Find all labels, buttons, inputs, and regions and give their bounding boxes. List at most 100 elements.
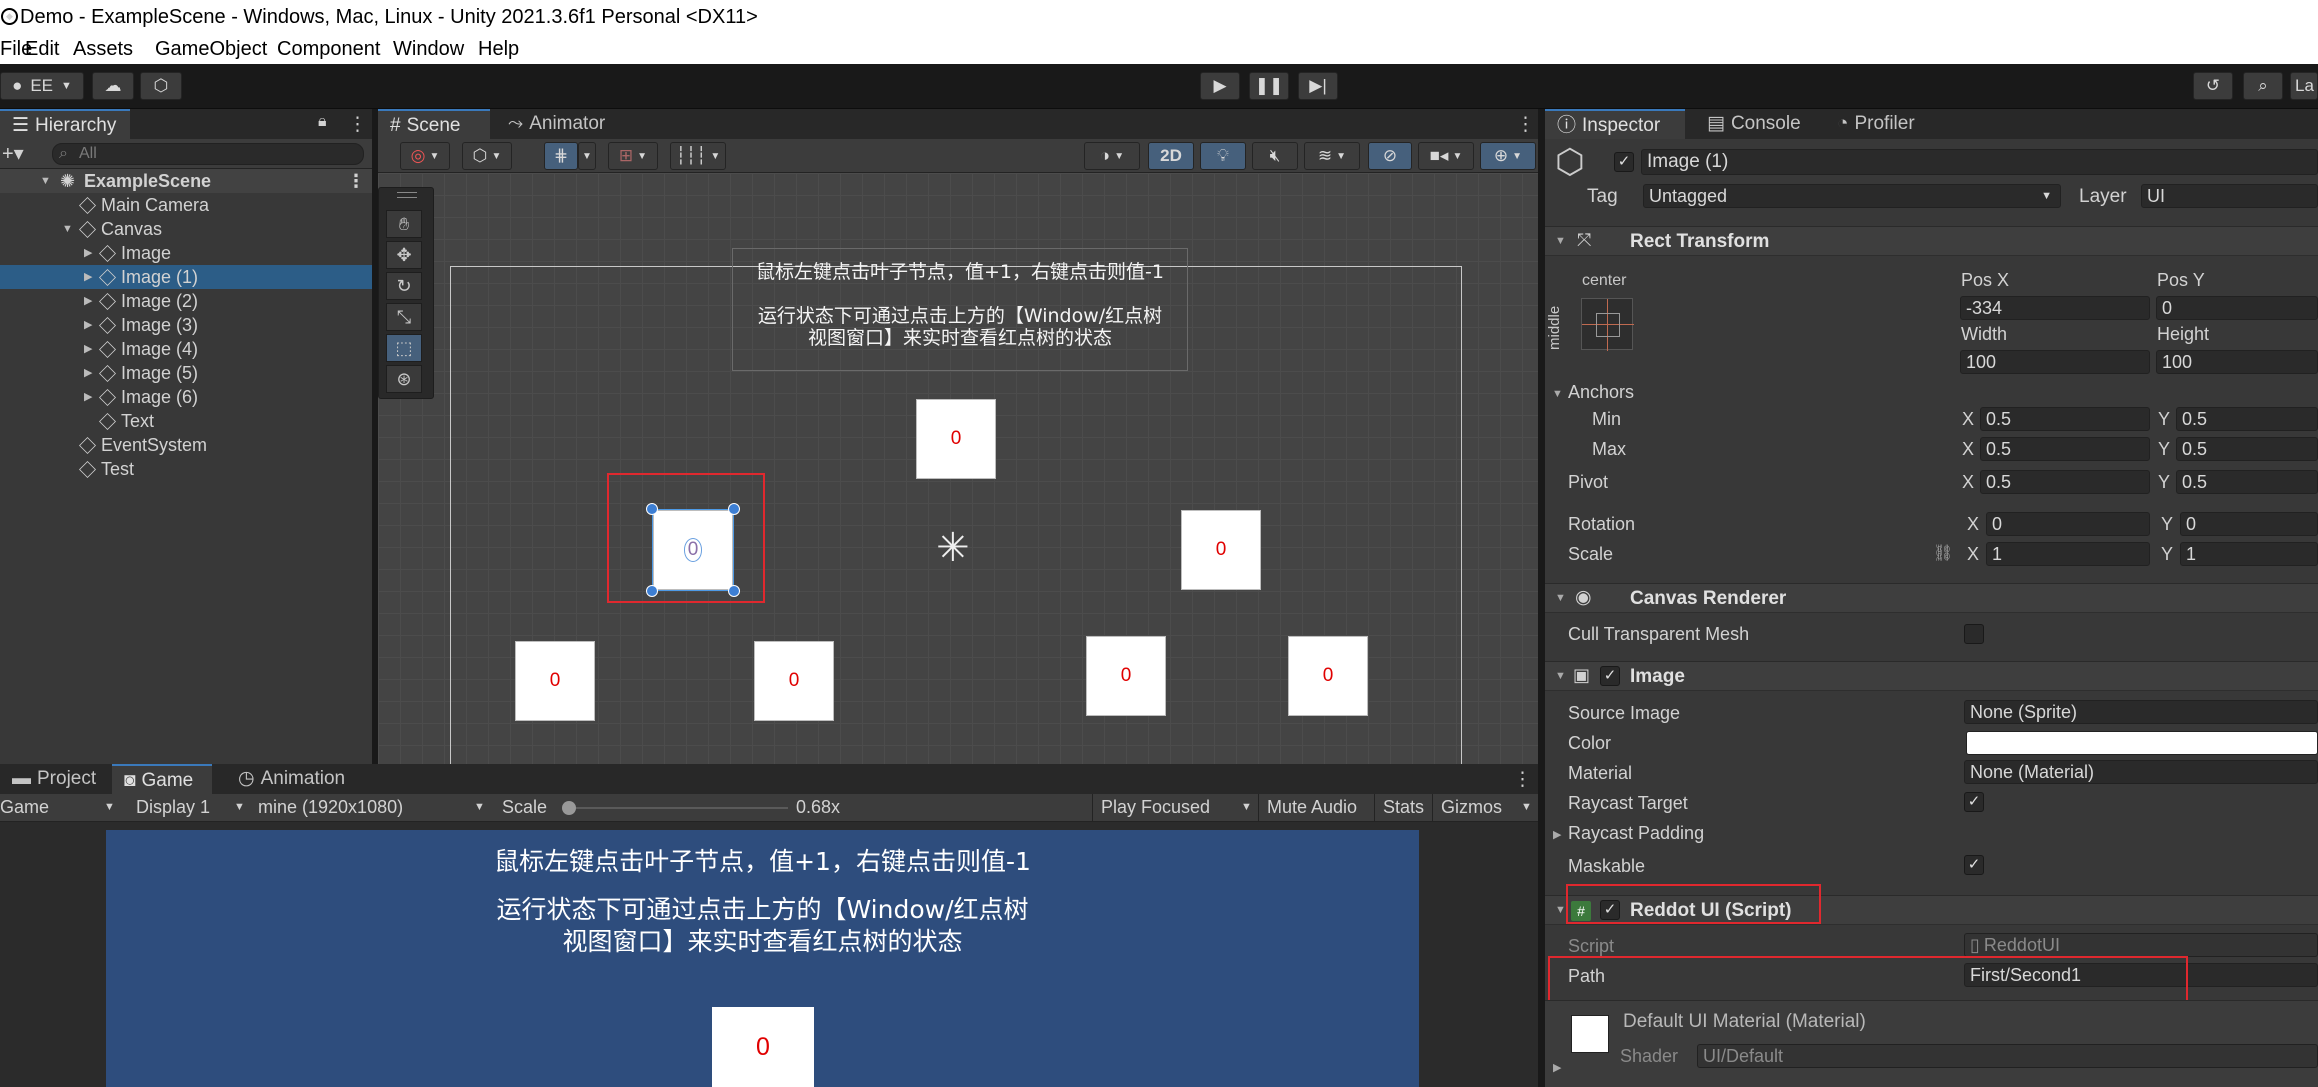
tab-game[interactable]: ◙ Game (112, 764, 212, 794)
lighting-button[interactable]: 💡︎ (1200, 142, 1246, 170)
menu-window[interactable]: Window (393, 34, 464, 64)
search-button[interactable]: ⌕ (2243, 72, 2283, 100)
cull-checkbox[interactable] (1964, 624, 1984, 644)
layers-dropdown[interactable]: La (2290, 72, 2318, 100)
canvas-renderer-header[interactable]: ▼ ◉ Canvas Renderer (1545, 583, 2318, 613)
hierarchy-item-image-4[interactable]: ▶ Image (4) (0, 337, 372, 361)
scene-viewport[interactable]: ✋︎ ✥ ↻ ⤡ ⬚ ⊛ 鼠标左键点击叶子节点，值+1，右键点击则值-1 运行状… (378, 173, 1538, 764)
anchor-preset-button[interactable] (1581, 298, 1634, 351)
active-checkbox[interactable]: ✓ (1614, 152, 1634, 172)
history-button[interactable]: ↺ (2193, 72, 2233, 100)
scene-root-row[interactable]: ▼ ✺ ExampleScene ⋮ (0, 169, 372, 193)
rect-transform-header[interactable]: ▼ ⤧ Rect Transform (1545, 226, 2318, 256)
collab-button[interactable]: ⬡ (140, 72, 182, 100)
object-name-field[interactable]: Image (1) (1641, 149, 2318, 175)
tab-hierarchy[interactable]: ☰ Hierarchy (0, 109, 130, 139)
width-field[interactable]: 100 (1960, 350, 2150, 374)
effects-button[interactable]: ≋ ▼ (1304, 142, 1360, 170)
move-tool[interactable]: ✥ (386, 241, 422, 269)
hand-tool[interactable]: ✋︎ (386, 210, 422, 238)
resolution-dropdown[interactable]: mine (1920x1080) (258, 794, 403, 820)
hierarchy-item-image-3[interactable]: ▶ Image (3) (0, 313, 372, 337)
play-button[interactable]: ▶ (1200, 72, 1240, 100)
pivot-gizmo-icon[interactable]: ✳ (936, 528, 970, 568)
mute-audio-toggle[interactable]: Mute Audio (1258, 794, 1370, 822)
grid-snap-button[interactable]: ⋕ (544, 142, 578, 170)
anchors-foldout-icon[interactable]: ▼ (1552, 388, 1563, 400)
add-icon[interactable]: +▾ (2, 141, 24, 166)
rect-tool[interactable]: ⬚ (386, 334, 422, 362)
pos-y-field[interactable]: 0 (2156, 296, 2318, 320)
hierarchy-item-image-2[interactable]: ▶ Image (2) (0, 289, 372, 313)
transform-tool[interactable]: ⊛ (386, 365, 422, 393)
reddot-node[interactable]: 0 (515, 641, 595, 721)
hierarchy-item-canvas[interactable]: ▼ Canvas (0, 217, 372, 241)
cloud-button[interactable]: ☁ (92, 72, 134, 100)
anchor-min-y-field[interactable]: 0.5 (2176, 407, 2318, 431)
menu-component[interactable]: Component (277, 34, 380, 64)
hierarchy-item-text[interactable]: Text (0, 409, 372, 433)
reddot-node[interactable]: 0 (916, 399, 996, 479)
menu-edit[interactable]: Edit (25, 34, 59, 64)
tab-animation[interactable]: ◷ Animation (226, 764, 366, 794)
reddot-node[interactable]: 0 (1181, 510, 1261, 590)
hierarchy-item-main-camera[interactable]: Main Camera (0, 193, 372, 217)
account-dropdown[interactable]: ● EE ▼ (0, 72, 84, 100)
rotation-x-field[interactable]: 0 (1986, 512, 2150, 536)
rotation-y-field[interactable]: 0 (2180, 512, 2318, 536)
expand-arrow-icon[interactable]: ▶ (1553, 828, 1561, 841)
shading-button[interactable]: ⬡ ▼ (462, 142, 512, 170)
game-reddot-node[interactable]: 0 (712, 1007, 814, 1087)
gizmos-scene-button[interactable]: ⊕ ▼ (1480, 142, 1536, 170)
anchors-label[interactable]: Anchors (1568, 381, 1634, 403)
snap-increment-button[interactable]: ⊞ ▼ (608, 142, 658, 170)
gizmos-dropdown[interactable]: Gizmos ▼ (1432, 794, 1538, 822)
color-swatch[interactable] (1966, 731, 2318, 755)
raycast-padding-label[interactable]: Raycast Padding (1568, 822, 1704, 844)
display-dropdown[interactable]: Display 1 (136, 794, 210, 820)
play-focused-dropdown[interactable]: Play Focused ▼ (1092, 794, 1256, 822)
rotate-tool[interactable]: ↻ (386, 272, 422, 300)
menu-help[interactable]: Help (478, 34, 519, 64)
stats-toggle[interactable]: Stats (1374, 794, 1428, 822)
scale-x-field[interactable]: 1 (1986, 542, 2150, 566)
shader-dropdown[interactable]: UI/Default (1697, 1044, 2318, 1068)
splitter[interactable] (1538, 109, 1545, 1087)
expand-arrow-icon[interactable]: ▶ (1553, 1061, 1561, 1074)
scene-more-icon[interactable]: ⋮ (1516, 113, 1535, 136)
scale-slider-track[interactable] (568, 807, 788, 809)
palette-handle[interactable] (397, 192, 417, 198)
tab-inspector[interactable]: ⓘ Inspector (1545, 109, 1685, 139)
constrain-proportions-icon[interactable]: ⛓ (1933, 543, 1953, 563)
draw-mode-button[interactable]: ◎ ▼ (400, 142, 450, 170)
lock-icon[interactable]: 🔒︎ (318, 113, 327, 131)
render-mode-button[interactable]: ◑ ▼ (1084, 142, 1140, 170)
tab-scene[interactable]: # Scene (378, 109, 490, 139)
anchor-max-y-field[interactable]: 0.5 (2176, 437, 2318, 461)
material-field[interactable]: None (Material) (1964, 760, 2318, 784)
tab-project[interactable]: ▬ Project (0, 764, 100, 794)
script-field[interactable]: ▯ ReddotUI (1964, 933, 2318, 957)
anchor-min-x-field[interactable]: 0.5 (1980, 407, 2150, 431)
grid-snap-dropdown[interactable]: ▼ (578, 142, 596, 170)
scale-slider-thumb[interactable] (562, 801, 576, 815)
hierarchy-item-image-6[interactable]: ▶ Image (6) (0, 385, 372, 409)
height-field[interactable]: 100 (2156, 350, 2318, 374)
pos-x-field[interactable]: -334 (1960, 296, 2150, 320)
anchor-max-x-field[interactable]: 0.5 (1980, 437, 2150, 461)
hierarchy-item-image-1[interactable]: ▶ Image (1) (0, 265, 372, 289)
tab-console[interactable]: ▤ Console (1695, 109, 1819, 139)
game-viewport[interactable]: 鼠标左键点击叶子节点，值+1，右键点击则值-1 运行状态下可通过点击上方的【Wi… (106, 830, 1419, 1087)
tag-dropdown[interactable]: Untagged ▼ (1643, 184, 2061, 208)
more-options-icon[interactable]: ⋮ (1513, 768, 1532, 791)
hierarchy-item-eventsystem[interactable]: EventSystem (0, 433, 372, 457)
pause-button[interactable]: ❚❚ (1249, 72, 1289, 100)
hidden-objects-button[interactable]: ⊘ (1368, 142, 1412, 170)
hierarchy-item-test[interactable]: Test (0, 457, 372, 481)
audio-button[interactable]: 🔇︎ (1252, 142, 1298, 170)
game-view-dropdown[interactable]: Game (0, 794, 49, 820)
pivot-y-field[interactable]: 0.5 (2176, 470, 2318, 494)
image-component-header[interactable]: ▼ ▣ ✓ Image (1545, 661, 2318, 691)
pivot-x-field[interactable]: 0.5 (1980, 470, 2150, 494)
scene-text-box[interactable]: 鼠标左键点击叶子节点，值+1，右键点击则值-1 运行状态下可通过点击上方的【Wi… (732, 248, 1188, 371)
